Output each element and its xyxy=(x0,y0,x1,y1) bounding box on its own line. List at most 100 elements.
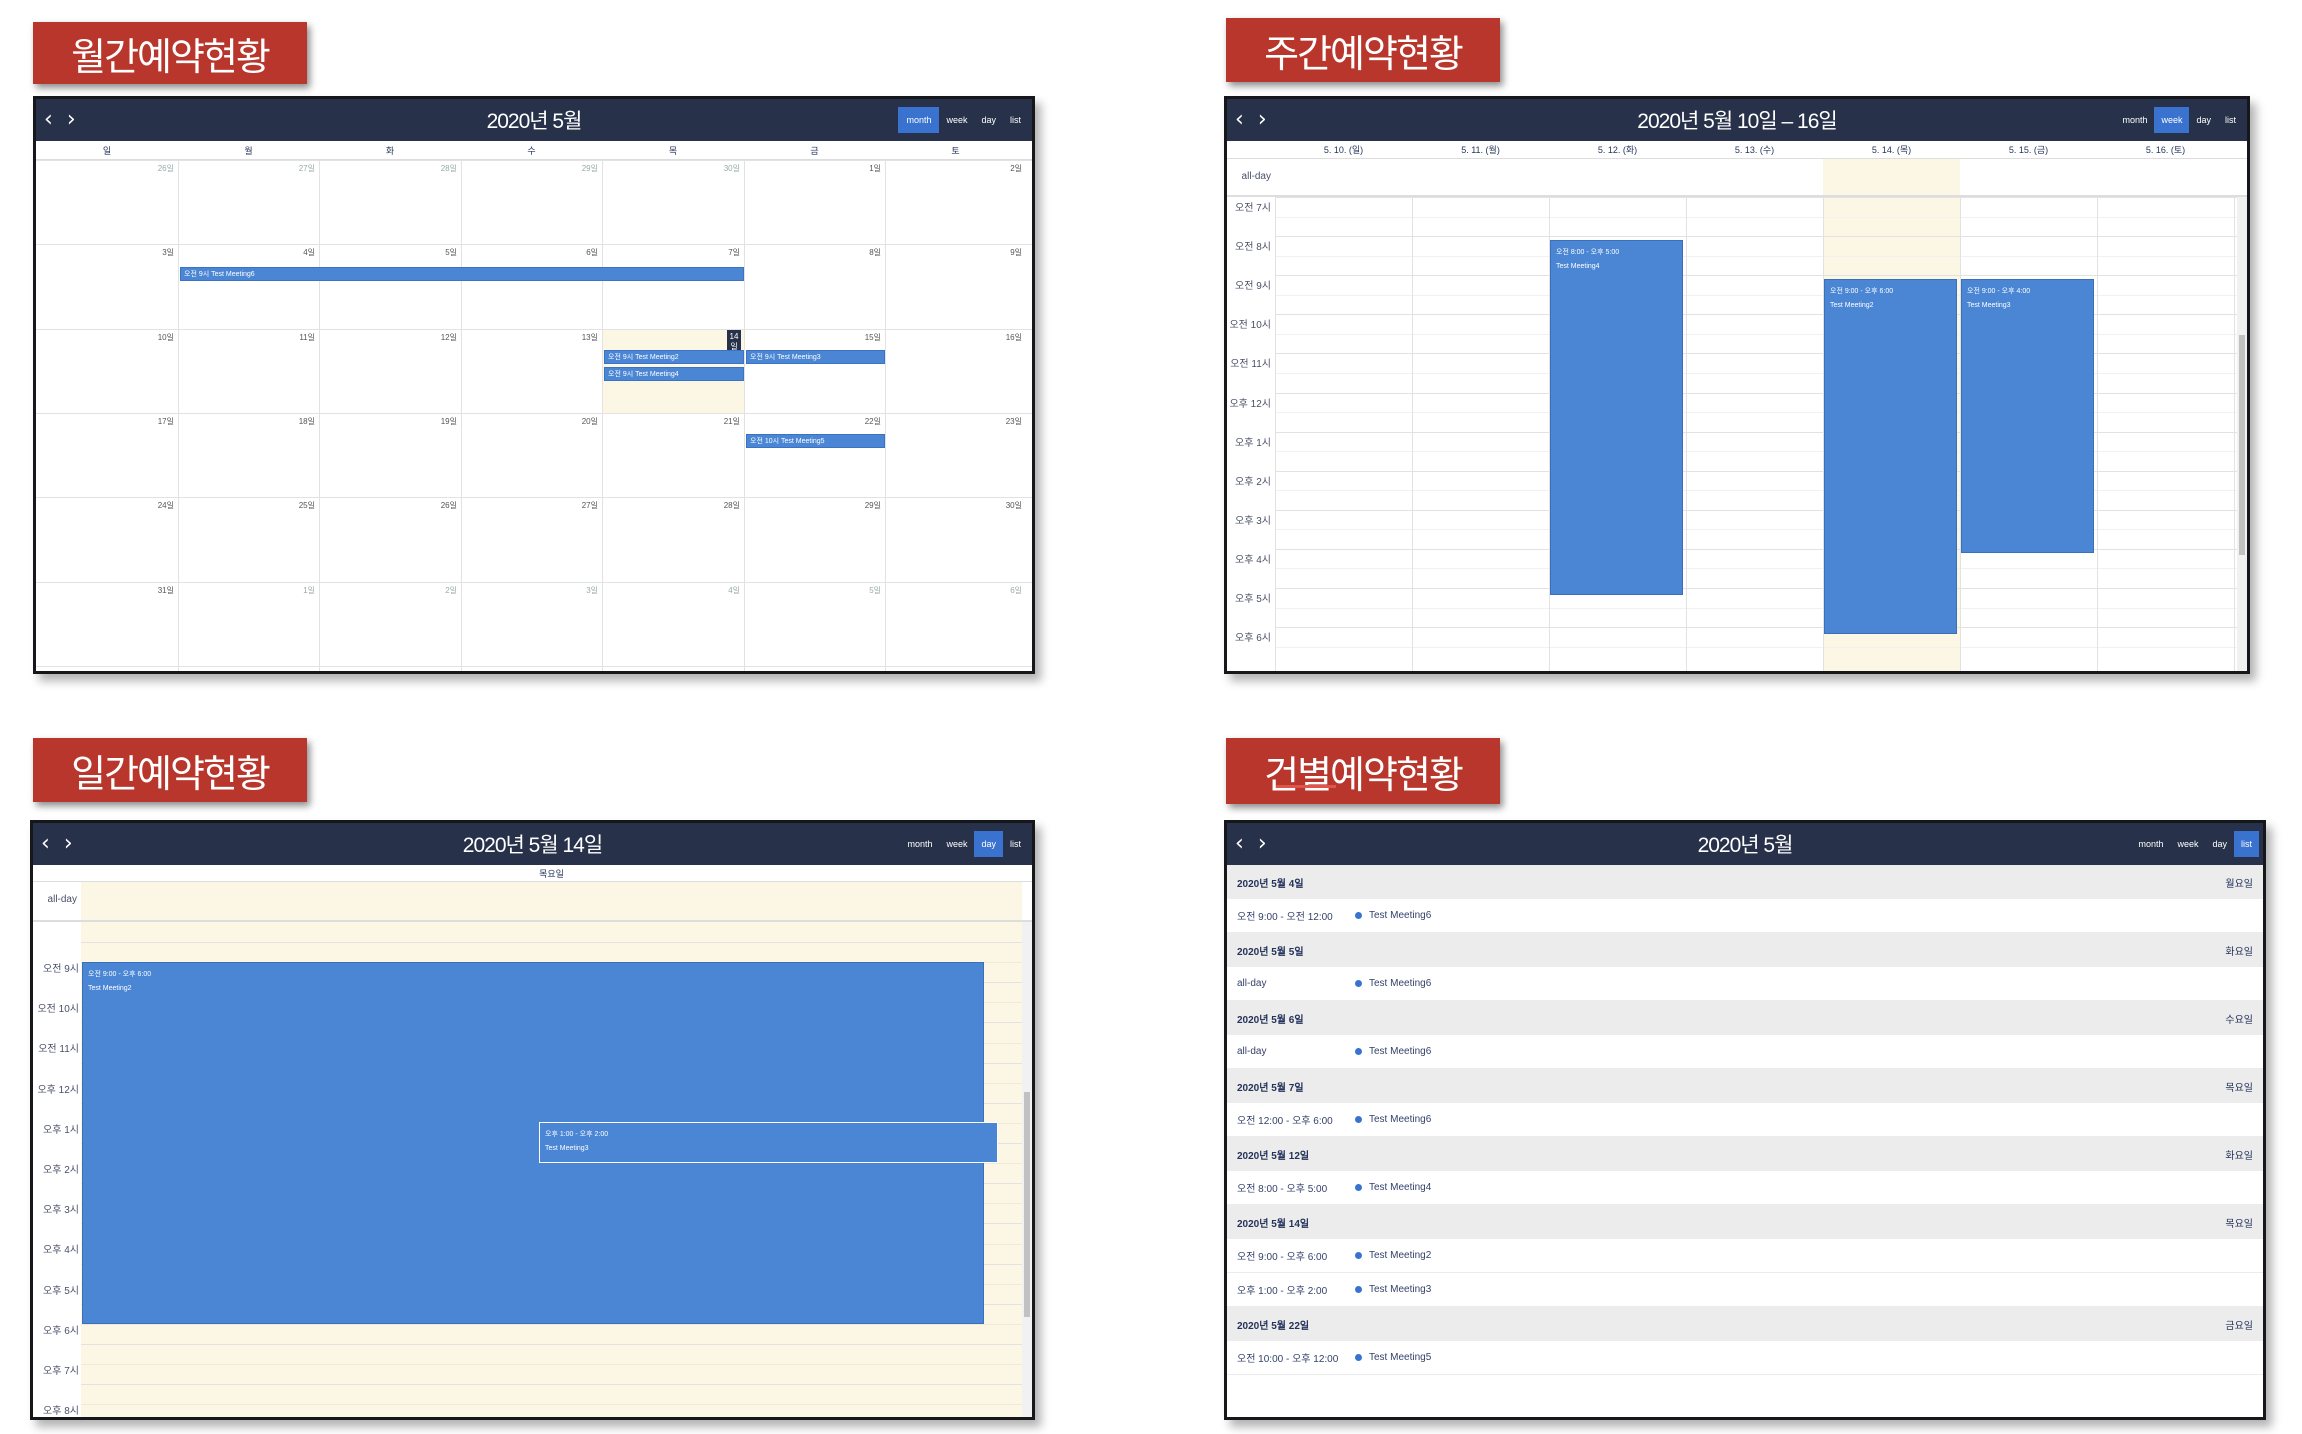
day-number[interactable]: 15일 xyxy=(744,332,881,343)
day-number[interactable]: 6일 xyxy=(461,247,598,258)
day-number[interactable]: 24일 xyxy=(36,500,174,511)
event-test-meeting2[interactable]: 오전 9:00 - 오후 6:00 Test Meeting2 xyxy=(1824,279,1957,634)
view-day-button[interactable]: day xyxy=(2205,831,2234,857)
day-number[interactable]: 4일 xyxy=(602,585,740,596)
list-item[interactable]: all-day Test Meeting6 xyxy=(1227,967,2263,1001)
list-day-date: 2020년 5월 14일 xyxy=(1237,1218,1310,1230)
day-number[interactable]: 30일 xyxy=(602,163,740,174)
view-week-button[interactable]: week xyxy=(939,107,974,133)
scrollbar-thumb[interactable] xyxy=(2239,335,2245,555)
day-number[interactable]: 20일 xyxy=(461,416,598,427)
list-item[interactable]: 오전 8:00 - 오후 5:00 Test Meeting4 xyxy=(1227,1171,2263,1205)
time-slot-line xyxy=(1275,568,2247,570)
day-number[interactable]: 8일 xyxy=(744,247,881,258)
view-week-button[interactable]: week xyxy=(939,831,974,857)
list-item-time: 오후 1:00 - 오후 2:00 xyxy=(1237,1286,1328,1297)
view-week-button[interactable]: week xyxy=(2154,107,2190,133)
event-test-meeting4[interactable]: 오전 8:00 - 오후 5:00 Test Meeting4 xyxy=(1550,240,1683,595)
day-number[interactable]: 18일 xyxy=(178,416,315,427)
week-day-header-cell: 5. 15. (금) xyxy=(2008,145,2049,155)
view-week-button[interactable]: week xyxy=(2170,831,2205,857)
list-item[interactable]: 오후 1:00 - 오후 2:00 Test Meeting3 xyxy=(1227,1273,2263,1307)
event-test-meeting2[interactable]: 오전 9시 Test Meeting2 xyxy=(604,350,744,364)
event-test-meeting3[interactable]: 오전 9:00 - 오후 4:00 Test Meeting3 xyxy=(1961,279,2094,553)
view-day-button[interactable]: day xyxy=(974,107,1003,133)
scrollbar-thumb[interactable] xyxy=(1024,1092,1030,1317)
grid-row-line xyxy=(36,328,1032,330)
list-item-title[interactable]: Test Meeting6 xyxy=(1369,978,1431,989)
day-number[interactable]: 16일 xyxy=(885,332,1022,343)
view-day-button[interactable]: day xyxy=(2189,107,2218,133)
weekday-wed: 수 xyxy=(527,145,536,156)
day-number[interactable]: 11일 xyxy=(178,332,315,343)
event-dot-icon xyxy=(1355,912,1362,919)
list-item-title[interactable]: Test Meeting6 xyxy=(1369,1114,1431,1125)
scrollbar[interactable] xyxy=(2237,197,2247,671)
view-list-button[interactable]: list xyxy=(2218,107,2243,133)
day-number[interactable]: 7일 xyxy=(602,247,740,258)
list-item[interactable]: 오전 10:00 - 오후 12:00 Test Meeting5 xyxy=(1227,1341,2263,1375)
day-number[interactable]: 30일 xyxy=(885,500,1022,511)
list-day-header: 2020년 5월 12일 화요일 xyxy=(1227,1137,2263,1171)
weekday-tue: 화 xyxy=(385,145,395,156)
scrollbar[interactable] xyxy=(1022,922,1032,1417)
day-number[interactable]: 6일 xyxy=(885,585,1022,596)
list-item[interactable]: 오전 9:00 - 오후 6:00 Test Meeting2 xyxy=(1227,1239,2263,1273)
event-test-meeting6[interactable]: 오전 9시 Test Meeting6 xyxy=(180,267,744,281)
view-list-button[interactable]: list xyxy=(1003,107,1028,133)
day-number[interactable]: 27일 xyxy=(461,500,598,511)
day-number[interactable]: 31일 xyxy=(36,585,174,596)
event-test-meeting5[interactable]: 오전 10시 Test Meeting5 xyxy=(746,434,885,448)
view-month-button[interactable]: month xyxy=(2115,107,2154,133)
day-number[interactable]: 5일 xyxy=(319,247,457,258)
time-label: 오전 11시 xyxy=(1230,359,1271,371)
day-number[interactable]: 28일 xyxy=(602,500,740,511)
day-number[interactable]: 26일 xyxy=(319,500,457,511)
day-number[interactable]: 27일 xyxy=(178,163,315,174)
list-item-title[interactable]: Test Meeting3 xyxy=(1369,1284,1431,1295)
day-number[interactable]: 22일 xyxy=(744,416,881,427)
day-number[interactable]: 9일 xyxy=(885,247,1022,258)
day-number[interactable]: 13일 xyxy=(461,332,598,343)
day-number[interactable]: 12일 xyxy=(319,332,457,343)
day-number[interactable]: 2일 xyxy=(319,585,457,596)
view-list-button[interactable]: list xyxy=(2234,831,2259,857)
list-item[interactable]: all-day Test Meeting6 xyxy=(1227,1035,2263,1069)
day-number[interactable]: 29일 xyxy=(744,500,881,511)
list-item[interactable]: 오전 12:00 - 오후 6:00 Test Meeting6 xyxy=(1227,1103,2263,1137)
day-number[interactable]: 26일 xyxy=(36,163,174,174)
day-number[interactable]: 29일 xyxy=(461,163,598,174)
day-number[interactable]: 17일 xyxy=(36,416,174,427)
list-item-title[interactable]: Test Meeting6 xyxy=(1369,910,1431,921)
list-calendar: ‹ › 2020년 5월 month week day list 2020년 5… xyxy=(1224,820,2266,1420)
day-number[interactable]: 23일 xyxy=(885,416,1022,427)
list-item[interactable]: 오전 9:00 - 오전 12:00 Test Meeting6 xyxy=(1227,899,2263,933)
day-number[interactable]: 25일 xyxy=(178,500,315,511)
event-test-meeting3[interactable]: 오전 9시 Test Meeting3 xyxy=(746,350,885,364)
view-month-button[interactable]: month xyxy=(898,107,940,133)
day-number[interactable]: 10일 xyxy=(36,332,174,343)
list-day-dow: 금요일 xyxy=(2225,1320,2253,1332)
list-day-dow: 수요일 xyxy=(2225,1014,2253,1026)
day-number[interactable]: 28일 xyxy=(319,163,457,174)
day-number[interactable]: 3일 xyxy=(461,585,598,596)
day-number[interactable]: 3일 xyxy=(36,247,174,258)
day-number[interactable]: 19일 xyxy=(319,416,457,427)
view-month-button[interactable]: month xyxy=(2131,831,2170,857)
time-slot-line xyxy=(1275,490,2247,492)
day-number[interactable]: 1일 xyxy=(744,163,881,174)
list-item-title[interactable]: Test Meeting5 xyxy=(1369,1352,1431,1363)
day-number[interactable]: 1일 xyxy=(178,585,315,596)
view-day-button[interactable]: day xyxy=(974,831,1003,857)
view-list-button[interactable]: list xyxy=(1003,831,1028,857)
event-test-meeting3[interactable]: 오후 1:00 - 오후 2:00 Test Meeting3 xyxy=(539,1122,998,1163)
event-test-meeting4[interactable]: 오전 9시 Test Meeting4 xyxy=(604,367,744,381)
day-number[interactable]: 21일 xyxy=(602,416,740,427)
list-item-title[interactable]: Test Meeting6 xyxy=(1369,1046,1431,1057)
day-number[interactable]: 5일 xyxy=(744,585,881,596)
list-item-title[interactable]: Test Meeting4 xyxy=(1369,1182,1431,1193)
day-number[interactable]: 4일 xyxy=(178,247,315,258)
list-item-title[interactable]: Test Meeting2 xyxy=(1369,1250,1431,1261)
view-month-button[interactable]: month xyxy=(900,831,939,857)
day-number[interactable]: 2일 xyxy=(885,163,1022,174)
